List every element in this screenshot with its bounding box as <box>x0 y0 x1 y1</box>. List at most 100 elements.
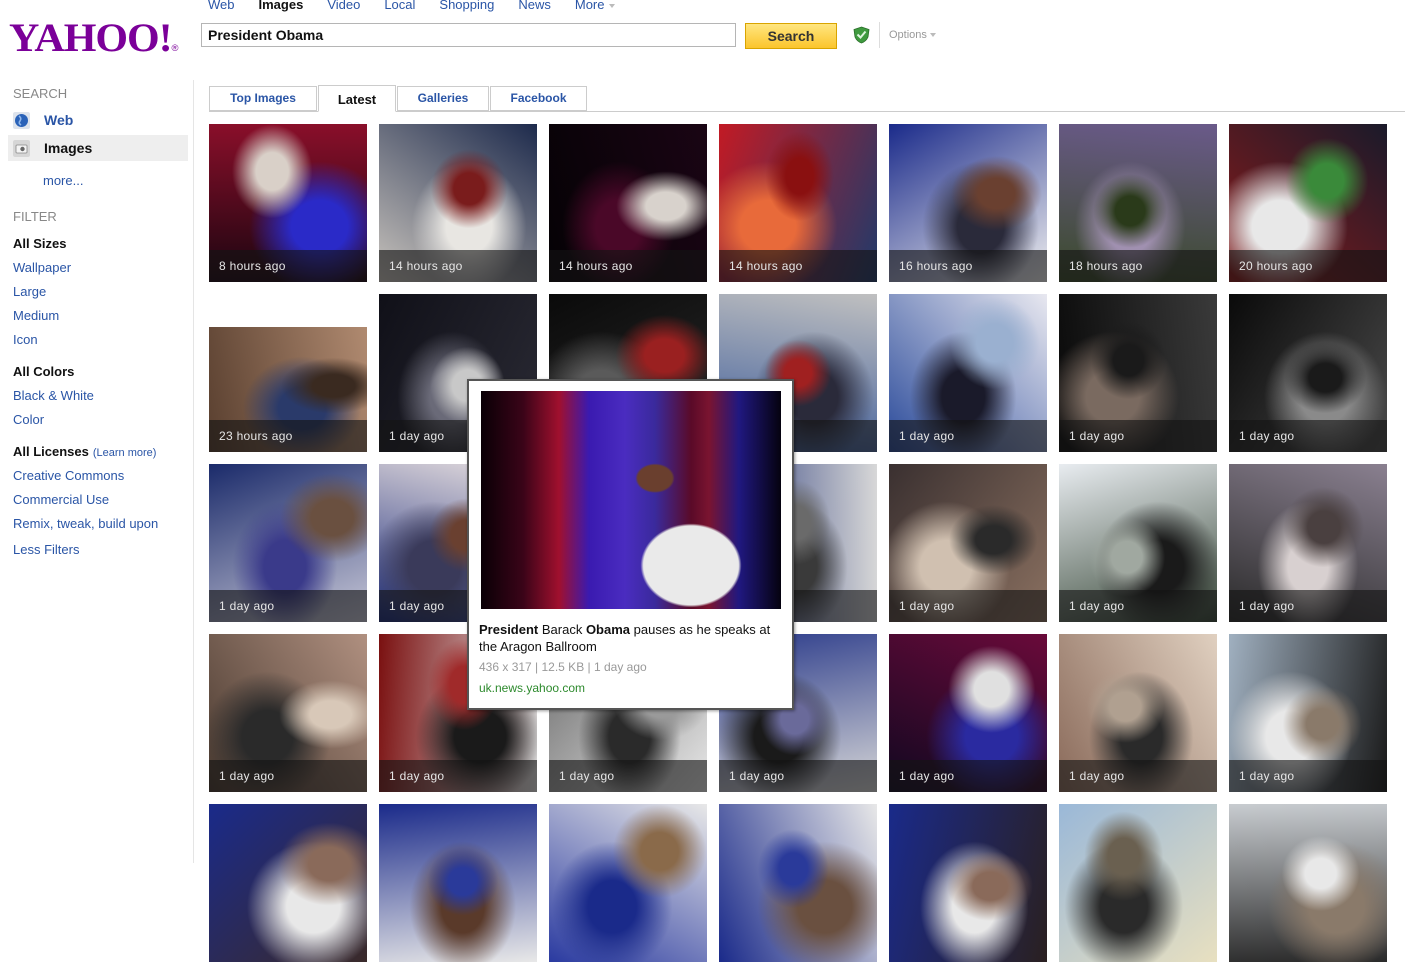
timestamp-caption: 20 hours ago <box>1229 250 1387 282</box>
image-result-tile[interactable] <box>209 804 367 962</box>
filter-commercial-use[interactable]: Commercial Use <box>13 492 109 507</box>
more-link[interactable]: more... <box>43 173 83 188</box>
search-button[interactable]: Search <box>745 23 837 49</box>
sidebar-item-images-label: Images <box>44 140 93 156</box>
image-result-tile[interactable]: 1 day ago <box>889 634 1047 792</box>
safe-search-shield-icon[interactable] <box>853 26 870 44</box>
image-result-tile[interactable] <box>889 804 1047 962</box>
options-menu[interactable]: Options <box>889 29 936 41</box>
image-result-tile[interactable]: 16 hours ago <box>889 124 1047 282</box>
nav-more-label: More <box>574 0 605 12</box>
timestamp-caption: 1 day ago <box>889 590 1047 622</box>
timestamp-caption: 1 day ago <box>1059 420 1217 452</box>
timestamp-caption: 1 day ago <box>1229 760 1387 792</box>
nav-web[interactable]: Web <box>208 0 235 13</box>
preview-title-part: Barack <box>538 622 586 637</box>
image-result-tile[interactable]: 1 day ago <box>889 464 1047 622</box>
filter-creative-commons[interactable]: Creative Commons <box>13 468 124 483</box>
nav-local[interactable]: Local <box>384 0 415 13</box>
filter-icon[interactable]: Icon <box>13 332 38 347</box>
all-licenses-label: All Licenses <box>13 444 89 459</box>
search-input[interactable]: President Obama <box>201 23 736 47</box>
nav-video[interactable]: Video <box>327 0 360 13</box>
image-result-tile[interactable]: 1 day ago <box>209 464 367 622</box>
filter-remix[interactable]: Remix, tweak, build upon <box>13 516 158 531</box>
preview-source-link[interactable]: uk.news.yahoo.com <box>479 681 585 695</box>
nav-images[interactable]: Images <box>259 0 304 13</box>
image-result-tile[interactable]: 1 day ago <box>1229 464 1387 622</box>
sidebar: SEARCH Web Images more... FILTER All Siz… <box>0 80 194 863</box>
image-result-tile[interactable]: 23 hours ago <box>209 327 367 452</box>
image-result-tile[interactable]: 1 day ago <box>1059 294 1217 452</box>
nav-shopping[interactable]: Shopping <box>439 0 494 13</box>
image-result-tile[interactable] <box>719 804 877 962</box>
filter-all-licenses[interactable]: All Licenses (Learn more) <box>13 444 156 459</box>
image-result-tile[interactable]: 8 hours ago <box>209 124 367 282</box>
tab-latest[interactable]: Latest <box>318 85 396 112</box>
yahoo-logo[interactable]: YAHOO!® <box>9 14 179 61</box>
image-result-tile[interactable]: 14 hours ago <box>549 124 707 282</box>
image-result-tile[interactable]: 1 day ago <box>1059 634 1217 792</box>
preview-image[interactable] <box>481 391 781 609</box>
sidebar-item-images[interactable]: Images <box>8 135 188 161</box>
registered-mark: ® <box>171 43 179 53</box>
image-result-tile[interactable]: 18 hours ago <box>1059 124 1217 282</box>
image-result-tile[interactable]: 1 day ago <box>1059 464 1217 622</box>
preview-meta: 436 x 317 | 12.5 KB | 1 day ago <box>479 660 647 674</box>
filter-all-sizes[interactable]: All Sizes <box>13 236 66 251</box>
filter-heading: FILTER <box>13 209 57 224</box>
image-result-tile[interactable]: 1 day ago <box>1229 294 1387 452</box>
learn-more-link[interactable]: (Learn more) <box>93 447 157 459</box>
timestamp-caption: 18 hours ago <box>1059 250 1217 282</box>
preview-title[interactable]: President Barack Obama pauses as he spea… <box>479 621 779 655</box>
timestamp-caption: 1 day ago <box>719 760 877 792</box>
image-result-tile[interactable]: 1 day ago <box>209 634 367 792</box>
timestamp-caption: 1 day ago <box>889 420 1047 452</box>
divider <box>879 22 880 48</box>
image-preview-popup[interactable]: President Barack Obama pauses as he spea… <box>467 379 794 710</box>
chevron-down-icon <box>608 3 615 8</box>
image-result-tile[interactable]: 1 day ago <box>889 294 1047 452</box>
vertical-nav: Web Images Video Local Shopping News Mor… <box>208 0 639 13</box>
nav-news[interactable]: News <box>518 0 551 13</box>
preview-title-part: President <box>479 622 539 637</box>
timestamp-caption: 1 day ago <box>1229 420 1387 452</box>
chevron-down-icon <box>929 33 936 38</box>
timestamp-caption: 8 hours ago <box>209 250 367 282</box>
filter-large[interactable]: Large <box>13 284 46 299</box>
timestamp-caption: 14 hours ago <box>719 250 877 282</box>
timestamp-caption: 1 day ago <box>209 760 367 792</box>
thumbnail-image <box>719 804 877 962</box>
image-result-tile[interactable]: 1 day ago <box>1229 634 1387 792</box>
thumbnail-image <box>1059 804 1217 962</box>
timestamp-caption: 1 day ago <box>1059 590 1217 622</box>
filter-all-colors[interactable]: All Colors <box>13 364 74 379</box>
camera-icon <box>13 139 30 157</box>
image-result-tile[interactable]: 20 hours ago <box>1229 124 1387 282</box>
image-result-tile[interactable]: 14 hours ago <box>379 124 537 282</box>
thumbnail-image <box>1229 804 1387 962</box>
filter-medium[interactable]: Medium <box>13 308 59 323</box>
image-result-tile[interactable] <box>379 804 537 962</box>
search-heading: SEARCH <box>13 86 68 101</box>
filter-black-white[interactable]: Black & White <box>13 388 94 403</box>
filter-wallpaper[interactable]: Wallpaper <box>13 260 71 275</box>
less-filters-link[interactable]: Less Filters <box>13 542 79 557</box>
timestamp-caption: 1 day ago <box>1059 760 1217 792</box>
image-result-tile[interactable] <box>1059 804 1217 962</box>
filter-color[interactable]: Color <box>13 412 44 427</box>
tab-galleries[interactable]: Galleries <box>397 86 489 111</box>
timestamp-caption: 23 hours ago <box>209 420 367 452</box>
timestamp-caption: 14 hours ago <box>379 250 537 282</box>
tab-facebook[interactable]: Facebook <box>490 86 587 111</box>
sidebar-item-web[interactable]: Web <box>8 107 188 133</box>
tab-top-images[interactable]: Top Images <box>209 86 317 111</box>
image-result-tile[interactable]: 14 hours ago <box>719 124 877 282</box>
options-label: Options <box>889 29 927 41</box>
timestamp-caption: 1 day ago <box>379 760 537 792</box>
nav-more[interactable]: More <box>575 0 615 13</box>
image-result-tile[interactable] <box>549 804 707 962</box>
timestamp-caption: 1 day ago <box>209 590 367 622</box>
timestamp-caption: 1 day ago <box>549 760 707 792</box>
image-result-tile[interactable] <box>1229 804 1387 962</box>
